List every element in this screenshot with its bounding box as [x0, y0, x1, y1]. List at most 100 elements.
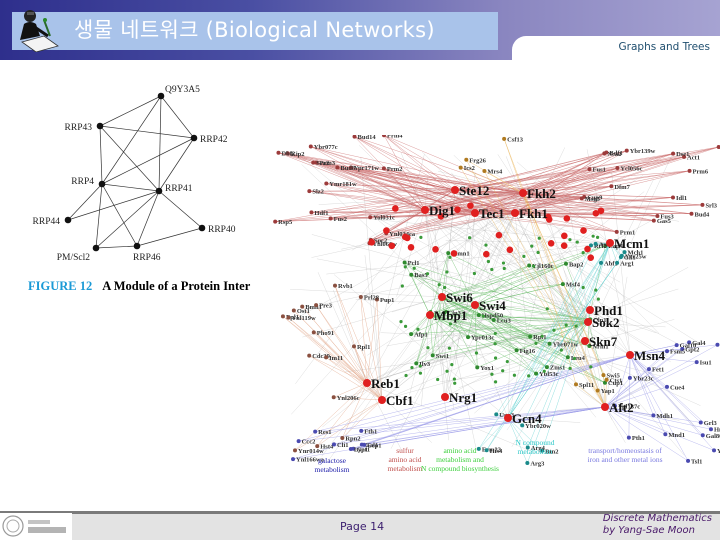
- hub-node-dig1: [421, 206, 429, 214]
- protein-module-graph: Q9Y3A5 RRP43 RRP42 RRP4 RRP41 RRP44 RRP40 PM/Sc…: [33, 85, 236, 263]
- edge-rrp43-rrp41: [99, 125, 160, 192]
- node-bap2: [563, 261, 568, 266]
- node-label-prl28: Prl28: [364, 295, 380, 302]
- node-prm4: [381, 135, 386, 138]
- node-bud8: [335, 165, 340, 170]
- hub-node-nrg1: [441, 393, 449, 401]
- figure-number: FIGURE 12: [28, 279, 93, 293]
- minor-node: [484, 243, 488, 247]
- node-label-pho91: Pho91: [317, 330, 334, 337]
- node-arg3: [525, 461, 530, 466]
- node-label-rrp46: RRP46: [133, 253, 161, 263]
- minor-node: [448, 255, 452, 259]
- node-mmn1: [446, 251, 451, 256]
- edge-rrp41-rrp46: [136, 190, 160, 247]
- node-label-srl3: Srl3: [705, 202, 717, 209]
- minor-node: [490, 372, 494, 376]
- node-ybr071w: [547, 341, 552, 346]
- node-hspd50: [476, 313, 481, 318]
- hub-label-msn4: Msn4: [634, 348, 666, 363]
- hub-label-sok2: Sok2: [592, 315, 619, 330]
- node-label-yol031c: Yol031c: [373, 215, 395, 222]
- minor-node: [410, 365, 414, 370]
- minor-node: [445, 369, 449, 373]
- minor-node: [452, 377, 456, 381]
- node-pho91: [311, 330, 316, 335]
- regulator-node: [403, 234, 411, 242]
- minor-node: [493, 331, 497, 336]
- node-label-hdf1: Hdf1: [314, 210, 328, 217]
- node-label-frg26: Frg26: [469, 157, 486, 164]
- node-bas5: [409, 272, 414, 277]
- node-leu4: [565, 355, 570, 360]
- node-label-prm4: Prm4: [387, 135, 403, 140]
- node-label-rrp43: RRP43: [65, 123, 93, 133]
- hub-node-tec1: [471, 209, 479, 217]
- node-q9y3a5: [157, 92, 165, 100]
- minor-node: [472, 271, 477, 276]
- node-dfm7: [609, 184, 614, 189]
- node-bud4: [689, 211, 694, 216]
- regulator-node: [450, 250, 458, 257]
- node-label-lcu3: Lcu3: [497, 317, 512, 324]
- node-label-res1: Res1: [318, 429, 331, 436]
- node-yap1: [595, 388, 600, 393]
- node-ynl206c: [331, 395, 336, 400]
- minor-node: [501, 369, 505, 373]
- node-label-bud14: Bud14: [358, 135, 377, 141]
- hub-label-swi6: Swi6: [446, 290, 473, 305]
- node-label-cep1: Cep1: [367, 442, 381, 449]
- node-pth1: [626, 435, 631, 440]
- edge-rrp41-pm-scl2: [95, 190, 160, 249]
- node-ccc2: [296, 439, 301, 444]
- minor-node: [540, 334, 544, 338]
- node-ost1: [291, 308, 296, 313]
- node-ugn3: [494, 412, 499, 417]
- hub-node-phd1: [586, 306, 594, 314]
- minor-node: [426, 346, 430, 350]
- minor-node: [474, 351, 479, 355]
- node-label-dse1: Dse1: [676, 151, 689, 158]
- node-label-slz2: Slz2: [312, 189, 324, 196]
- node-idl1: [670, 195, 675, 200]
- hub-node-aft2: [601, 403, 609, 411]
- node-tsl1: [686, 458, 691, 463]
- minor-node: [581, 285, 585, 290]
- minor-node: [536, 250, 540, 255]
- regulator-node: [547, 239, 555, 247]
- minor-node: [403, 265, 407, 269]
- node-label-pth1: Pth1: [632, 435, 645, 442]
- node-fsm5: [665, 349, 670, 354]
- node-fus1: [587, 167, 592, 172]
- node-msf4: [560, 282, 565, 287]
- node-ymr181w: [324, 181, 329, 186]
- edge-mbp1-bas5: [411, 274, 431, 316]
- hub-label-fkh2: Fkh2: [527, 186, 556, 201]
- node-fth1: [359, 428, 364, 433]
- node-label-yap1: Yap1: [601, 388, 615, 395]
- node-label-mnd1: Mnd1: [668, 432, 685, 439]
- node-label-fus1: Fus1: [592, 167, 605, 174]
- minor-node: [581, 250, 585, 255]
- node-label-cue4: Cue4: [670, 384, 685, 391]
- regulator-node: [563, 215, 571, 222]
- author-name: by Yang-Sae Moon: [602, 525, 695, 536]
- regulator-node: [407, 244, 415, 251]
- minor-node: [594, 288, 598, 292]
- minor-node: [416, 327, 420, 331]
- minor-node: [568, 238, 572, 242]
- node-ynl166wa: [291, 457, 296, 462]
- node-fus2: [328, 216, 333, 221]
- yeast-regulatory-network: Prm2Srl3Bud14Fus1Fus2 Fus3Ynl024caNca2Ypr…: [273, 135, 720, 474]
- regulator-node: [561, 232, 568, 240]
- node-label-hst4: Hst4: [320, 444, 334, 451]
- minor-node: [530, 244, 534, 248]
- node-label-ybr077c: Ybr077c: [314, 144, 338, 151]
- node-label-ycl056c: Ycl056c: [620, 166, 642, 173]
- minor-node: [527, 374, 531, 378]
- node-isu1: [694, 360, 699, 365]
- node-spl11: [573, 382, 578, 387]
- edge-rrp43-rrp42: [99, 125, 195, 139]
- node-label-prm6: Prm6: [693, 168, 709, 175]
- edge-ste12-bud14: [354, 136, 456, 191]
